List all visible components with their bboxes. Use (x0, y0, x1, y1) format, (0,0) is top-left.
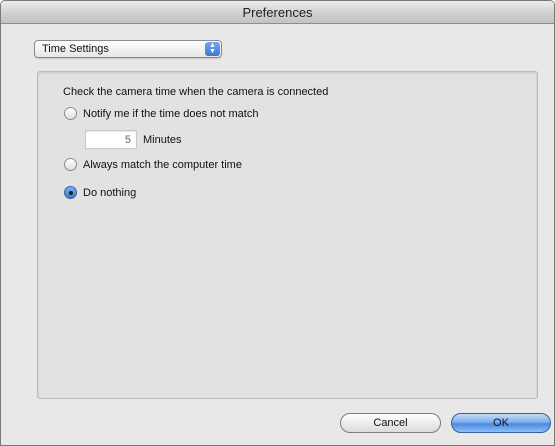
ok-button[interactable]: OK (451, 413, 551, 433)
option-always-match[interactable]: Always match the computer time (64, 158, 242, 171)
option-always-match-label[interactable]: Always match the computer time (83, 159, 242, 171)
option-do-nothing-label[interactable]: Do nothing (83, 187, 136, 199)
radio-button-icon[interactable] (64, 158, 77, 171)
settings-panel: Check the camera time when the camera is… (37, 71, 538, 399)
time-check-heading: Check the camera time when the camera is… (63, 86, 329, 98)
minutes-field[interactable]: 5 (85, 130, 137, 149)
minutes-label: Minutes (143, 134, 182, 146)
title-bar[interactable]: Preferences (1, 1, 554, 24)
option-do-nothing[interactable]: Do nothing (64, 186, 136, 199)
option-notify-label[interactable]: Notify me if the time does not match (83, 108, 258, 120)
radio-button-selected-icon[interactable] (64, 186, 77, 199)
window-title: Preferences (242, 5, 313, 20)
cancel-button[interactable]: Cancel (340, 413, 441, 433)
radio-button-icon[interactable] (64, 107, 77, 120)
category-popup-label: Time Settings (42, 43, 109, 55)
updown-arrows-icon: ▲ ▼ (205, 42, 220, 56)
preferences-window: Preferences Time Settings ▲ ▼ Check the c… (0, 0, 555, 446)
category-popup[interactable]: Time Settings ▲ ▼ (34, 40, 222, 58)
option-notify[interactable]: Notify me if the time does not match (64, 107, 258, 120)
